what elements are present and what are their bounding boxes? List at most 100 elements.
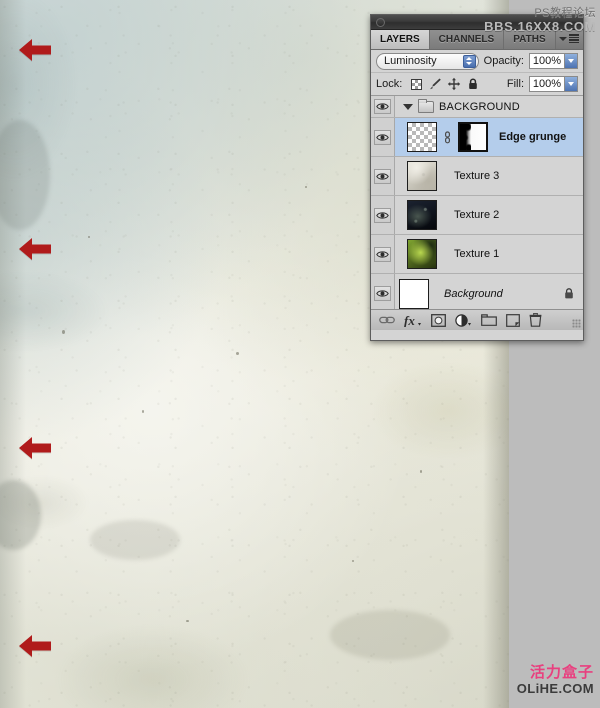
lock-label: Lock:: [376, 78, 403, 90]
eye-icon[interactable]: [374, 168, 391, 184]
opacity-label: Opacity:: [483, 55, 524, 67]
layer-name: BACKGROUND: [439, 100, 520, 113]
panel-resize-grip[interactable]: [572, 319, 581, 328]
annotation-arrow-2: [19, 238, 51, 260]
fill-label: Fill:: [506, 78, 524, 90]
fill-stepper-icon[interactable]: [564, 77, 577, 91]
opacity-field[interactable]: 100%: [529, 53, 578, 69]
group-expand-triangle-icon[interactable]: [403, 103, 413, 110]
layer-thumbnail[interactable]: [399, 278, 429, 309]
layer-row-body[interactable]: Texture 2: [395, 196, 583, 234]
panel-titlebar[interactable]: [371, 15, 583, 30]
layer-row-edge-grunge[interactable]: Edge grunge: [371, 118, 583, 157]
canvas-fleck: [305, 186, 307, 188]
opacity-value: 100%: [532, 55, 562, 67]
layers-panel-footer[interactable]: fx: [371, 309, 583, 330]
new-group-folder-icon[interactable]: [481, 312, 497, 328]
eye-icon[interactable]: [374, 99, 391, 114]
visibility-toggle[interactable]: [371, 157, 395, 195]
lock-image-brush-icon[interactable]: [428, 77, 442, 91]
blend-opacity-row[interactable]: Luminosity Opacity: 100%: [371, 50, 583, 73]
layer-thumbnail[interactable]: [407, 200, 437, 230]
add-layer-mask-icon[interactable]: [431, 312, 446, 328]
link-layers-icon[interactable]: [379, 312, 395, 328]
layer-row-body[interactable]: Edge grunge: [395, 118, 583, 156]
watermark-bottom-en: OLiHE.COM: [516, 680, 594, 696]
canvas-fleck: [142, 410, 144, 413]
layer-row-texture-1[interactable]: Texture 1: [371, 235, 583, 274]
canvas-fleck: [352, 560, 354, 562]
layer-mask-thumbnail[interactable]: [458, 122, 488, 152]
blend-mode-select[interactable]: Luminosity: [376, 52, 479, 70]
layer-row-body[interactable]: Texture 1: [395, 235, 583, 273]
panel-collapse-dot-icon[interactable]: [376, 18, 385, 27]
tab-channels[interactable]: CHANNELS: [429, 30, 505, 49]
canvas-edge-grunge-left: [0, 0, 26, 708]
new-adjustment-layer-icon[interactable]: [455, 312, 472, 328]
layer-locked-padlock-icon: [563, 287, 575, 300]
hamburger-icon: [569, 34, 579, 43]
canvas-smudge: [90, 520, 180, 560]
layer-thumbnail[interactable]: [407, 239, 437, 269]
eye-icon[interactable]: [374, 129, 391, 145]
layer-row-body[interactable]: Texture 3: [395, 157, 583, 195]
annotation-arrow-4: [19, 635, 51, 657]
layer-thumbnail[interactable]: [407, 161, 437, 191]
lock-transparency-icon[interactable]: [409, 77, 423, 91]
layer-name: Texture 3: [454, 170, 500, 182]
layers-panel[interactable]: LAYERS CHANNELS PATHS Luminosity Opacity…: [370, 14, 584, 341]
lock-position-move-icon[interactable]: [447, 77, 461, 91]
panel-tabbar[interactable]: LAYERS CHANNELS PATHS: [371, 30, 583, 50]
layer-row-body[interactable]: Background: [395, 274, 583, 309]
chevron-down-icon: [559, 36, 567, 41]
canvas-fleck: [420, 470, 422, 473]
tab-layers-label: LAYERS: [380, 34, 420, 45]
mask-link-icon[interactable]: [442, 130, 453, 144]
tab-paths[interactable]: PATHS: [504, 30, 556, 49]
canvas-smudge: [0, 120, 50, 230]
tab-paths-label: PATHS: [513, 34, 546, 45]
fill-field[interactable]: 100%: [529, 76, 578, 92]
group-folder-icon: [418, 98, 434, 113]
watermark-bottom: 活力盒子 OLiHE.COM: [517, 665, 594, 696]
eye-icon[interactable]: [374, 246, 391, 262]
eye-icon[interactable]: [374, 286, 391, 301]
blend-mode-stepper-icon[interactable]: [462, 54, 476, 68]
panel-menu-icon[interactable]: [559, 34, 579, 43]
visibility-toggle[interactable]: [371, 196, 395, 234]
canvas-fleck: [186, 620, 189, 622]
layer-name: Edge grunge: [499, 131, 567, 143]
screenshot-root: LAYERS CHANNELS PATHS Luminosity Opacity…: [0, 0, 600, 708]
layer-row-background[interactable]: Background: [371, 274, 583, 309]
delete-layer-trash-icon[interactable]: [529, 312, 542, 328]
lock-all-padlock-icon[interactable]: [466, 77, 480, 91]
annotation-arrow-1: [19, 39, 51, 61]
fill-value: 100%: [532, 78, 562, 90]
tab-channels-label: CHANNELS: [438, 34, 495, 45]
visibility-toggle[interactable]: [371, 118, 395, 156]
canvas-smudge: [0, 480, 41, 550]
watermark-bottom-cn: 活力盒子: [529, 664, 594, 682]
blend-mode-value: Luminosity: [384, 55, 437, 67]
layer-row-texture-2[interactable]: Texture 2: [371, 196, 583, 235]
new-layer-icon[interactable]: [506, 312, 520, 328]
visibility-toggle[interactable]: [371, 96, 395, 117]
layer-thumbnail[interactable]: [407, 122, 437, 152]
eye-icon[interactable]: [374, 207, 391, 223]
layer-name: Background: [444, 287, 503, 300]
visibility-toggle[interactable]: [371, 235, 395, 273]
lock-fill-row[interactable]: Lock: Fill: 100%: [371, 73, 583, 96]
layer-row-background-group[interactable]: BACKGROUND: [371, 96, 583, 118]
tab-layers[interactable]: LAYERS: [371, 30, 430, 49]
canvas-fleck: [62, 330, 65, 334]
layer-list[interactable]: BACKGROUND Edge grunge Texture 3 Texture…: [371, 96, 583, 309]
canvas-fleck: [88, 236, 90, 238]
layer-row-texture-3[interactable]: Texture 3: [371, 157, 583, 196]
canvas-fleck: [236, 352, 239, 355]
opacity-stepper-icon[interactable]: [564, 54, 577, 68]
visibility-toggle[interactable]: [371, 274, 395, 309]
layer-style-fx-icon[interactable]: fx: [404, 312, 422, 328]
layer-row-body[interactable]: BACKGROUND: [395, 96, 583, 117]
canvas-smudge: [330, 610, 450, 660]
annotation-arrow-3: [19, 437, 51, 459]
